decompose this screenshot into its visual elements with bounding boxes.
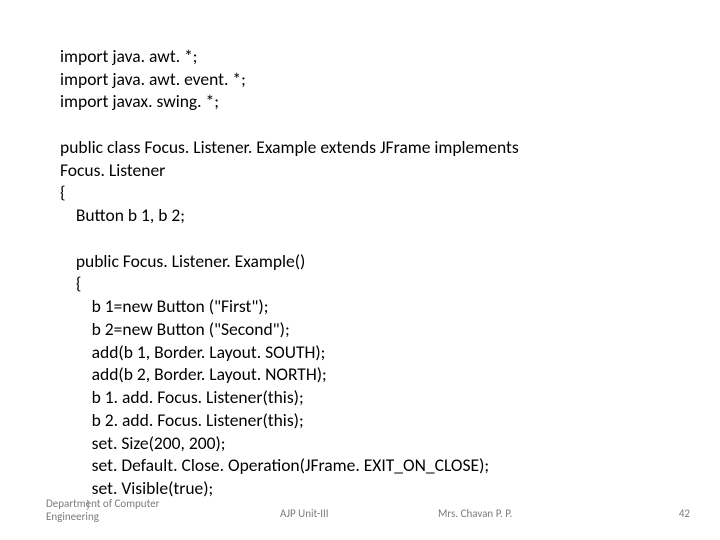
code-line: Button b 1, b 2; (60, 204, 185, 226)
footer: } Department of Computer Engineering AJP… (0, 490, 720, 524)
footer-page-number: 42 (660, 507, 690, 520)
code-line: add(b 1, Border. Layout. SOUTH); (60, 341, 325, 363)
footer-department: Department of Computer Engineering (46, 497, 226, 525)
code-line: set. Size(200, 200); (60, 432, 225, 454)
code-line: { (60, 181, 66, 203)
code-line: b 2=new Button ("Second"); (60, 318, 290, 340)
code-line: import java. awt. event. *; (60, 68, 246, 90)
code-line: add(b 2, Border. Layout. NORTH); (60, 363, 327, 385)
code-block: import java. awt. *; import java. awt. e… (60, 22, 680, 500)
code-line: import java. awt. *; (60, 45, 197, 67)
code-line: b 1=new Button ("First"); (60, 295, 268, 317)
footer-author: Mrs. Chavan P. P. (438, 507, 618, 520)
code-line: import javax. swing. *; (60, 90, 219, 112)
footer-unit: AJP Unit-III (280, 507, 400, 520)
code-line: set. Default. Close. Operation(JFrame. E… (60, 454, 489, 476)
code-line: public class Focus. Listener. Example ex… (60, 136, 519, 158)
code-line: Focus. Listener (60, 159, 165, 181)
code-line: { (60, 272, 81, 294)
footer-dept-line1: Department of Computer (46, 497, 159, 510)
slide: import java. awt. *; import java. awt. e… (0, 0, 720, 540)
code-line: b 1. add. Focus. Listener(this); (60, 386, 304, 408)
code-line: public Focus. Listener. Example() (60, 250, 305, 272)
footer-dept-line2: Engineering (46, 510, 99, 523)
code-line: b 2. add. Focus. Listener(this); (60, 409, 304, 431)
